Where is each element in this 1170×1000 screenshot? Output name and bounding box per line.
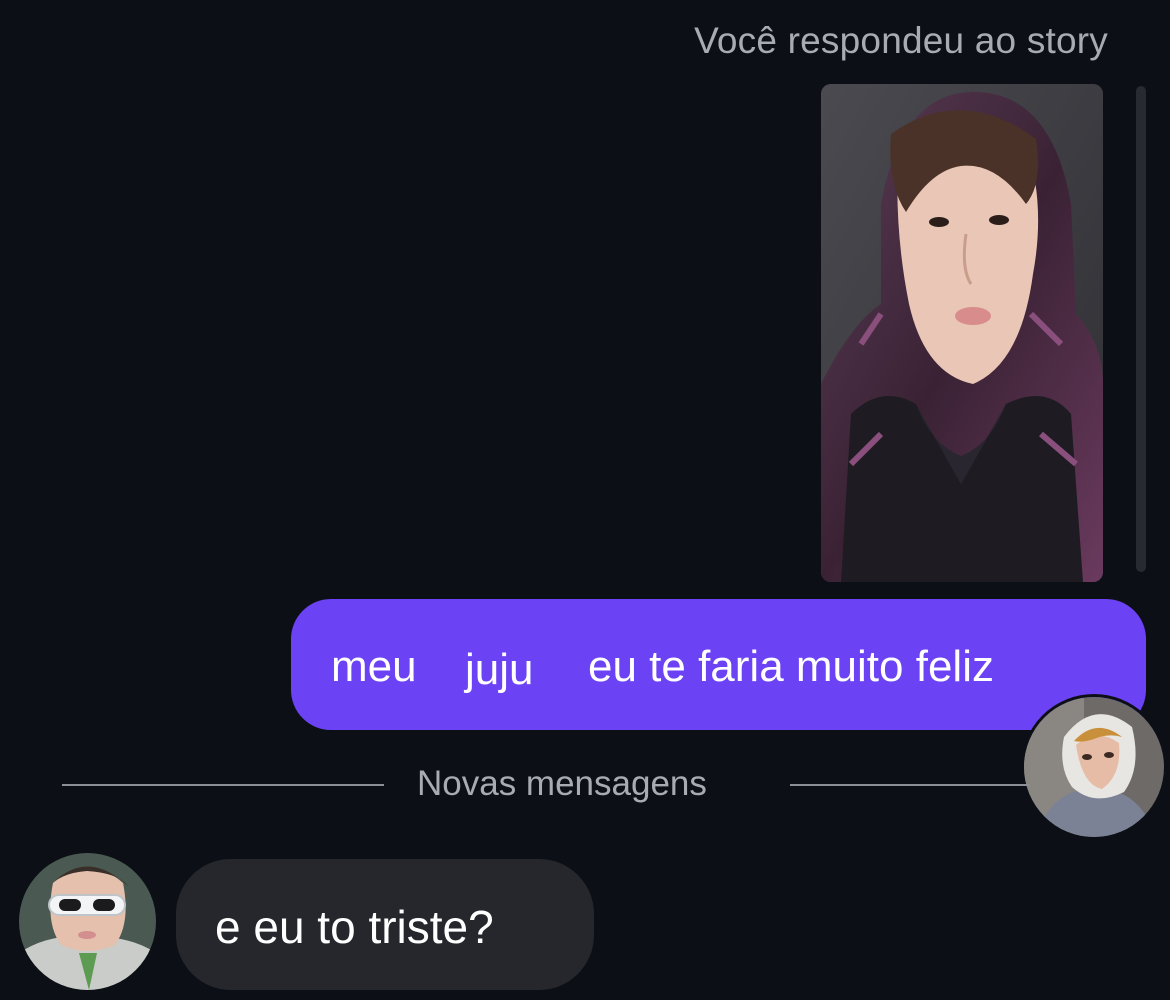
story-thumbnail[interactable] (821, 84, 1103, 582)
recipient-avatar[interactable] (19, 853, 156, 990)
sent-message-bubble[interactable]: meu juju eu te faria muito feliz (291, 599, 1146, 730)
divider-line-right (790, 784, 1030, 786)
sender-avatar[interactable] (1021, 694, 1167, 840)
sent-message-word-2: juju (465, 645, 534, 694)
divider-line-left (62, 784, 384, 786)
sent-message-word-1: meu (331, 642, 417, 691)
scrollbar[interactable] (1136, 86, 1146, 572)
received-message-bubble[interactable]: e eu to triste? (176, 859, 594, 990)
story-photo (821, 84, 1103, 582)
new-messages-divider: Novas mensagens (417, 764, 707, 803)
recipient-avatar-photo (19, 853, 156, 990)
story-reply-caption: Você respondeu ao story (694, 20, 1108, 61)
sender-avatar-photo (1024, 697, 1164, 837)
received-message-text: e eu to triste? (215, 901, 494, 953)
sent-message-word-3: eu te faria muito feliz (588, 642, 994, 691)
